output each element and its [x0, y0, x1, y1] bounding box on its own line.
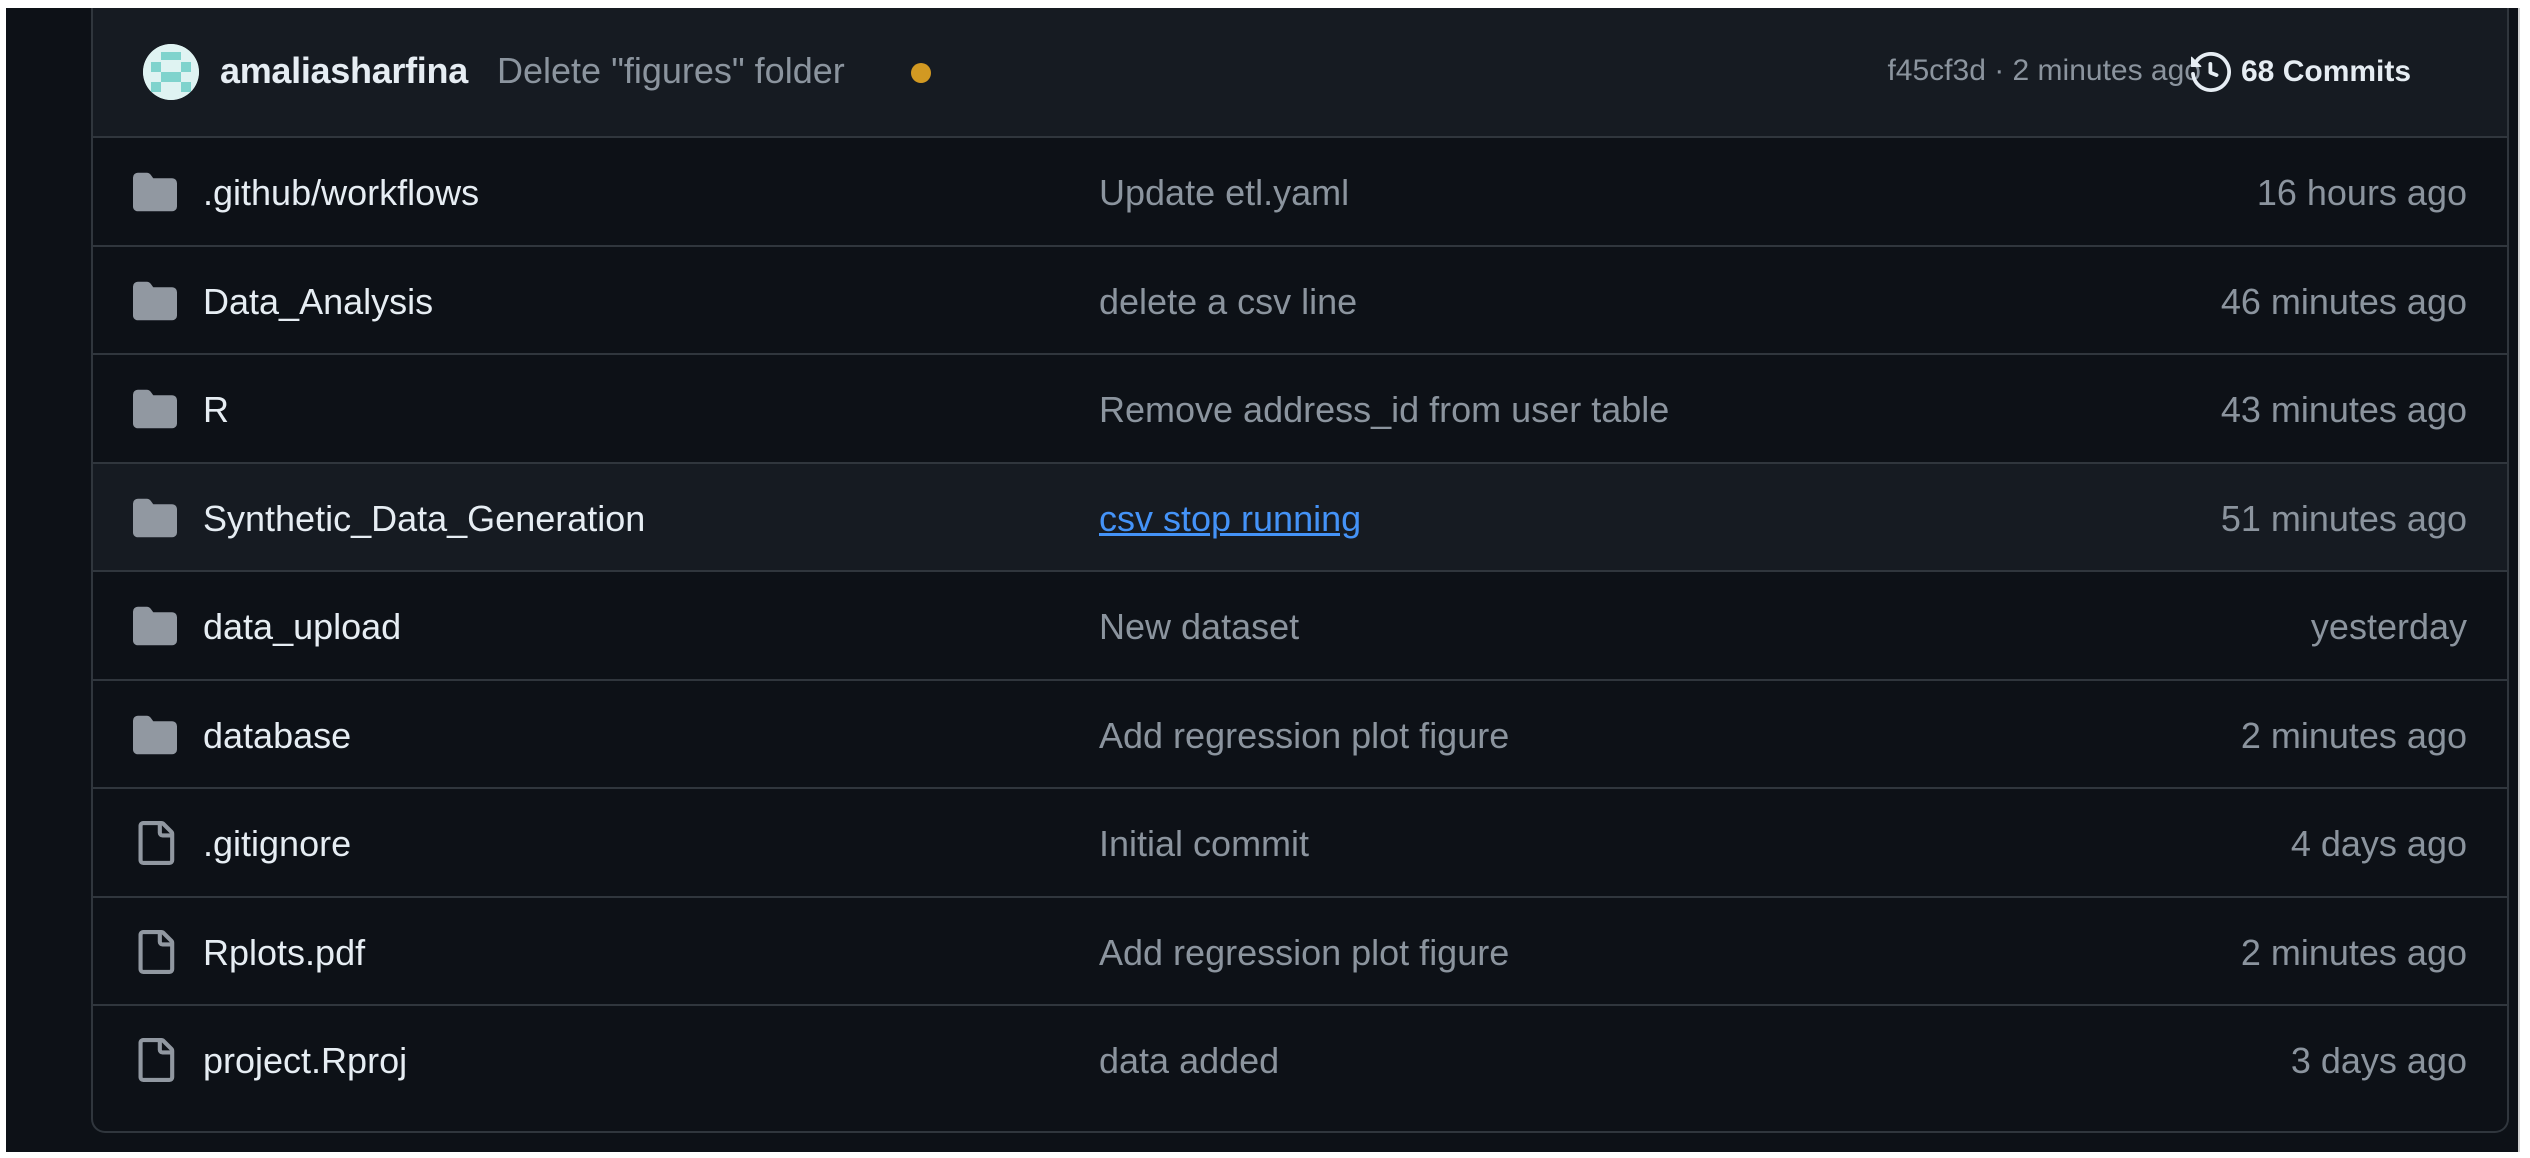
identicon-avatar-icon — [143, 44, 199, 100]
commit-time: 2 minutes ago — [2240, 714, 2467, 756]
file-row[interactable]: Rplots.pdf Add regression plot figure 2 mi… — [93, 898, 2507, 1006]
file-name-link[interactable]: .gitignore — [203, 823, 351, 865]
folder-icon — [133, 170, 177, 214]
commit-message-link[interactable]: New dataset — [1099, 606, 1299, 648]
commit-time: 2 minutes ago — [2240, 931, 2467, 973]
folder-name-link[interactable]: R — [203, 389, 229, 431]
file-browser-panel: amaliasharfina Delete "figures" folder f… — [91, 8, 2509, 1133]
folder-name-link[interactable]: data_upload — [203, 606, 401, 648]
latest-commit-message[interactable]: Delete "figures" folder — [497, 50, 845, 92]
commits-history-button[interactable]: 68 Commits — [2191, 42, 2411, 102]
commit-hash-and-time[interactable]: f45cf3d · 2 minutes ago — [1887, 54, 2201, 88]
commit-message-link[interactable]: delete a csv line — [1099, 281, 1357, 323]
commit-status-indicator[interactable] — [911, 63, 931, 83]
commit-time: 43 minutes ago — [2220, 389, 2467, 430]
commit-message-link[interactable]: Initial commit — [1099, 823, 1309, 865]
file-icon — [133, 821, 177, 865]
history-icon — [2191, 52, 2231, 92]
commit-time: 16 hours ago — [2256, 172, 2467, 213]
commit-time: yesterday — [2310, 606, 2467, 647]
folder-name-link[interactable]: Data_Analysis — [203, 281, 433, 323]
commit-message-link[interactable]: Remove address_id from user table — [1099, 389, 1669, 431]
folder-icon — [133, 387, 177, 431]
file-name-link[interactable]: Rplots.pdf — [203, 932, 365, 974]
folder-icon — [133, 604, 177, 648]
commit-time: 46 minutes ago — [2220, 280, 2467, 322]
folder-name-link[interactable]: Synthetic_Data_Generation — [203, 498, 645, 540]
commit-message-link[interactable]: Update etl.yaml — [1099, 172, 1349, 214]
avatar[interactable] — [143, 44, 199, 100]
commit-message-link[interactable]: data added — [1099, 1040, 1279, 1082]
file-row[interactable]: Data_Analysis delete a csv line 46 minutes… — [93, 247, 2507, 355]
commit-time: 51 minutes ago — [2220, 497, 2467, 539]
folder-icon — [133, 713, 177, 757]
folder-name-link[interactable]: .github/workflows — [203, 172, 479, 214]
file-row[interactable]: database Add regression plot figure 2 minu… — [93, 681, 2507, 789]
commit-time: 3 days ago — [2290, 1040, 2467, 1081]
file-row[interactable]: Synthetic_Data_Generation csv stop runnin… — [93, 463, 2507, 572]
file-icon — [133, 1038, 177, 1082]
file-row[interactable]: .github/workflows Update etl.yaml 16 hours… — [93, 138, 2507, 247]
file-row[interactable]: project.Rproj data added 3 days ago — [93, 1006, 2507, 1115]
file-row[interactable]: data_upload New dataset yesterday — [93, 572, 2507, 681]
file-icon — [133, 929, 177, 974]
file-row[interactable]: .gitignore Initial commit 4 days ago — [93, 789, 2507, 898]
file-list: .github/workflows Update etl.yaml 16 hours… — [93, 138, 2507, 1115]
commit-time: 4 days ago — [2290, 823, 2467, 864]
commit-author[interactable]: amaliasharfina — [220, 50, 468, 92]
folder-icon — [133, 496, 177, 540]
file-row[interactable]: R Remove address_id from user table 43 min… — [93, 355, 2507, 464]
folder-name-link[interactable]: database — [203, 715, 351, 757]
commit-message-link[interactable]: csv stop running — [1099, 498, 1361, 540]
folder-icon — [133, 279, 177, 323]
commit-message-link[interactable]: Add regression plot figure — [1099, 715, 1509, 757]
file-name-link[interactable]: project.Rproj — [203, 1040, 407, 1082]
app-frame: amaliasharfina Delete "figures" folder f… — [6, 8, 2520, 1152]
commits-count-label: 68 Commits — [2241, 55, 2412, 88]
latest-commit-bar: amaliasharfina Delete "figures" folder f… — [93, 8, 2507, 138]
commit-message-link[interactable]: Add regression plot figure — [1099, 932, 1509, 974]
